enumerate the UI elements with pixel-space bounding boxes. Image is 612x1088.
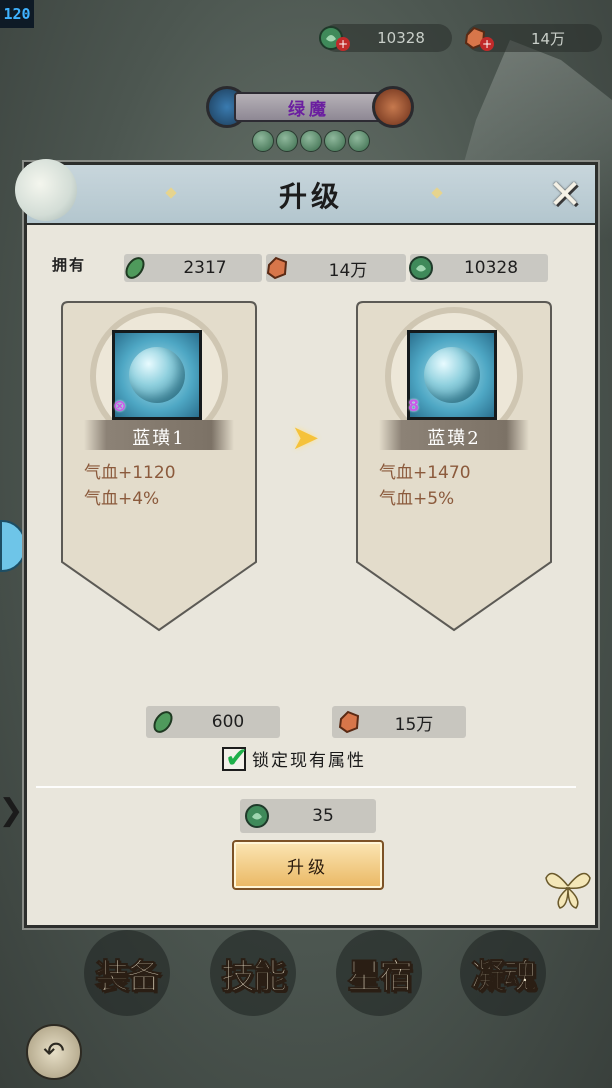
next-stat-hp-percent: 气血+5% [379, 489, 455, 509]
tab-constellation[interactable]: 星宿 [324, 928, 434, 1018]
blue-jade-icon [424, 347, 480, 403]
star-gems-row [252, 130, 370, 152]
lock-label: 锁定现有属性 [252, 751, 366, 771]
lock-cost-value: 35 [312, 806, 334, 826]
star-gem-icon [348, 130, 370, 152]
jade-stone-icon [409, 256, 433, 280]
item-level-badge: 8 [408, 396, 420, 415]
class-emblem-icon [372, 86, 414, 128]
next-item-name: 蓝璜2 [427, 428, 481, 449]
owned-leaf-jade-value: 2317 [183, 258, 227, 278]
tab-equipment[interactable]: 装备 [72, 928, 182, 1018]
bottom-tab-bar: 装备 技能 星宿 凝魂 [0, 920, 612, 1020]
panel-title: 升级 [278, 180, 343, 213]
character-name: 绿魔 [234, 92, 384, 122]
star-gem-icon [300, 130, 322, 152]
back-arrow-icon: ↶ [43, 1037, 65, 1067]
lock-attributes-toggle[interactable]: 锁定现有属性 [222, 741, 366, 774]
owned-amber-value: 14万 [328, 260, 368, 281]
fps-counter: 120 [0, 0, 34, 28]
top-jade-value: 10328 [377, 29, 425, 47]
owned-jade-stone-value: 10328 [463, 258, 519, 278]
cost-leaf-jade: 600 [146, 706, 280, 738]
tab-soul[interactable]: 凝魂 [448, 928, 558, 1018]
lock-checkbox[interactable] [222, 741, 248, 774]
back-button[interactable]: ↶ [26, 1024, 82, 1080]
side-expand-arrow[interactable]: ❯ [0, 790, 24, 830]
upgrade-button[interactable]: 升级 [232, 840, 384, 890]
item-icon-frame[interactable]: 8 [407, 330, 497, 420]
cost-amber-value: 15万 [394, 714, 434, 735]
top-resource-jade: + 10328 [319, 24, 452, 52]
next-item-card: 8 蓝璜2 气血+1470 气血+5% [351, 300, 557, 632]
leaf-jade-icon [125, 257, 145, 279]
leaf-jade-icon [153, 711, 173, 733]
cost-amber: 15万 [332, 706, 466, 738]
upgrade-arrow-icon: ➤ [291, 418, 320, 458]
lock-cost: 35 [240, 799, 376, 833]
tab-skills[interactable]: 技能 [198, 928, 308, 1018]
current-stat-hp: 气血+1120 [84, 463, 176, 483]
tab-soul-label: 凝魂 [471, 956, 538, 997]
current-item-card: ⊗ 蓝璜1 气血+1120 气血+4% [56, 300, 262, 632]
divider [36, 786, 576, 788]
blue-jade-icon [129, 347, 185, 403]
cost-leaf-jade-value: 600 [211, 712, 245, 732]
amber-ore-icon [266, 256, 288, 280]
add-amber-icon[interactable]: + [480, 37, 494, 51]
owned-jade-stone: 10328 [409, 254, 548, 282]
owned-amber: 14万 [266, 254, 406, 282]
panel-header: 升级 ✕ [15, 159, 595, 225]
star-gem-icon [324, 130, 346, 152]
star-gem-icon [252, 130, 274, 152]
jade-stone-icon [245, 804, 269, 828]
next-stat-hp: 气血+1470 [379, 463, 471, 483]
owned-label: 拥有 [52, 256, 87, 274]
item-icon-frame[interactable]: ⊗ [112, 330, 202, 420]
current-stat-hp-percent: 气血+4% [84, 489, 160, 509]
star-gem-icon [276, 130, 298, 152]
tab-skills-label: 技能 [221, 956, 288, 997]
butterfly-decoration [545, 872, 591, 909]
item-level-badge: ⊗ [113, 396, 127, 415]
tab-equipment-label: 装备 [95, 956, 162, 997]
close-icon: ✕ [548, 172, 582, 218]
tab-constellation-label: 星宿 [347, 956, 414, 997]
owned-leaf-jade: 2317 [124, 254, 262, 282]
current-item-name: 蓝璜1 [132, 428, 186, 449]
side-pet-button[interactable] [0, 520, 26, 572]
top-amber-value: 14万 [530, 29, 566, 48]
close-button[interactable]: ✕ [543, 173, 587, 217]
amber-ore-icon [338, 710, 360, 734]
top-resource-amber: + 14万 [464, 24, 602, 52]
add-jade-icon[interactable]: + [336, 37, 350, 51]
character-name-bar: 绿魔 [206, 86, 414, 128]
